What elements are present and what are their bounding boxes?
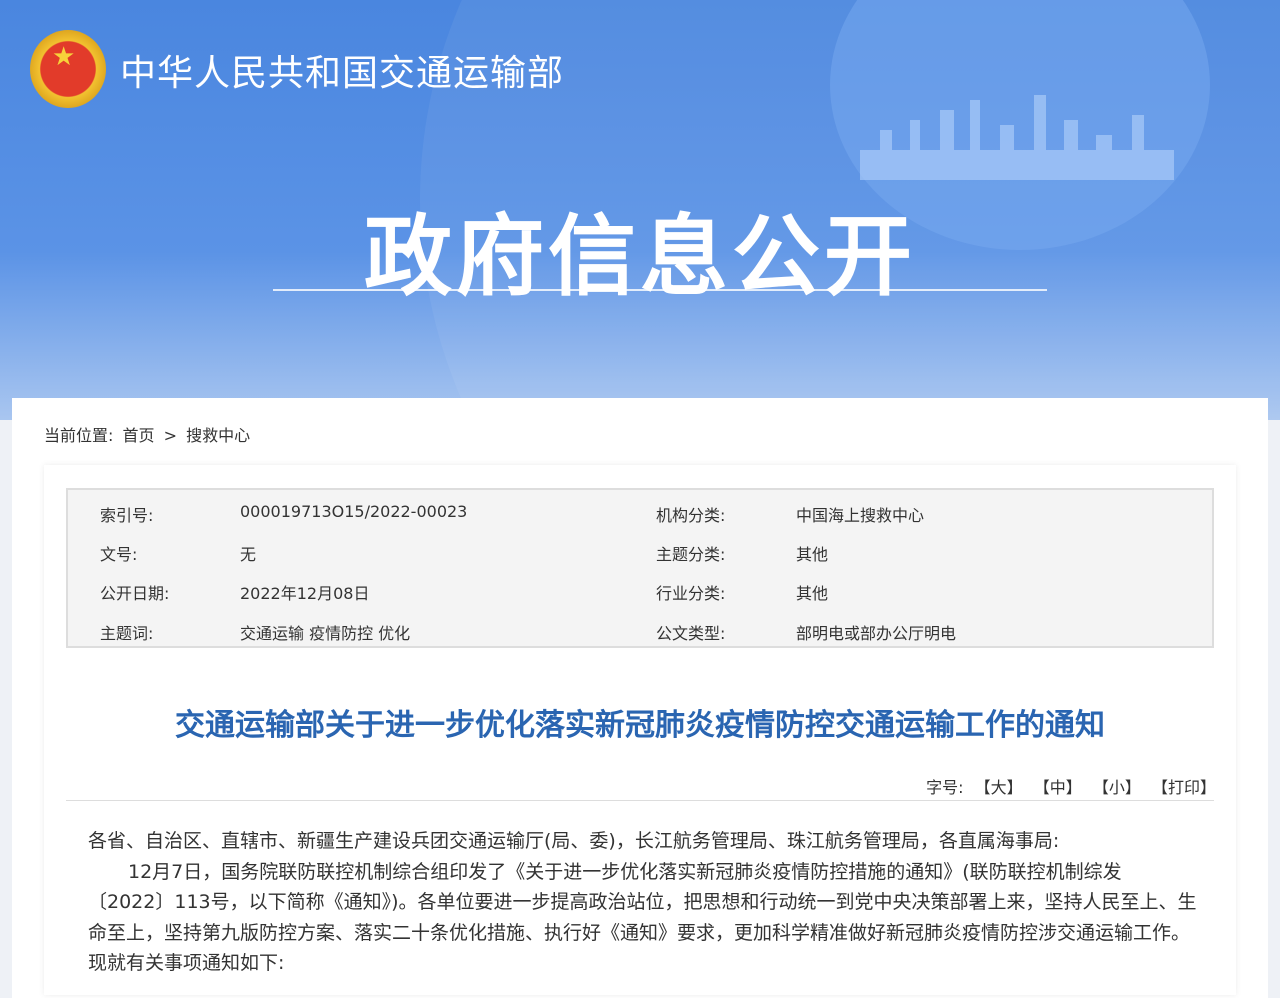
info-row: 索引号: 000019713O15/2022-00023 机构分类: 中国海上搜救中心	[68, 492, 1212, 532]
info-value: 000019713O15/2022-00023	[240, 502, 467, 521]
breadcrumb-home-link[interactable]: 首页	[123, 426, 155, 445]
info-label: 公开日期:	[100, 580, 169, 604]
info-value: 中国海上搜救中心	[796, 502, 924, 526]
info-label: 索引号:	[100, 502, 153, 526]
font-size-label: 字号:	[926, 778, 963, 797]
font-small-button[interactable]: 【小】	[1093, 778, 1141, 797]
national-emblem-logo[interactable]: ★	[30, 30, 106, 108]
print-button[interactable]: 【打印】	[1152, 778, 1216, 797]
breadcrumb: 当前位置: 首页 > 搜救中心	[44, 422, 254, 446]
site-name[interactable]: 中华人民共和国交通运输部	[120, 44, 564, 96]
city-skyline-icon	[860, 90, 1200, 180]
info-label: 公文类型:	[656, 620, 725, 644]
font-large-button[interactable]: 【大】	[975, 778, 1023, 797]
info-label: 主题分类:	[656, 541, 725, 565]
info-value: 交通运输 疫情防控 优化	[240, 620, 410, 644]
breadcrumb-label: 当前位置:	[44, 426, 113, 445]
info-label: 主题词:	[100, 620, 153, 644]
info-value: 部明电或部办公厅明电	[796, 620, 956, 644]
info-value: 其他	[796, 541, 828, 565]
article-title: 交通运输部关于进一步优化落实新冠肺炎疫情防控交通运输工作的通知	[66, 700, 1214, 744]
paragraph: 12月7日，国务院联防联控机制综合组印发了《关于进一步优化落实新冠肺炎疫情防控措…	[88, 857, 1198, 979]
salutation: 各省、自治区、直辖市、新疆生产建设兵团交通运输厅(局、委)，长江航务管理局、珠江…	[88, 826, 1198, 857]
info-row: 主题词: 交通运输 疫情防控 优化 公文类型: 部明电或部办公厅明电	[68, 610, 1212, 650]
info-value: 2022年12月08日	[240, 580, 369, 604]
info-value: 无	[240, 541, 256, 565]
breadcrumb-separator: >	[164, 426, 177, 445]
info-label: 机构分类:	[656, 502, 725, 526]
article-body: 各省、自治区、直辖市、新疆生产建设兵团交通运输厅(局、委)，长江航务管理局、珠江…	[88, 826, 1198, 979]
breadcrumb-current-link[interactable]: 搜救中心	[186, 426, 250, 445]
font-medium-button[interactable]: 【中】	[1034, 778, 1082, 797]
banner-underline	[273, 289, 1047, 291]
info-table: 索引号: 000019713O15/2022-00023 机构分类: 中国海上搜救中心…	[66, 488, 1214, 648]
header-banner: ★ 中华人民共和国交通运输部 政府信息公开	[0, 0, 1280, 420]
info-value: 其他	[796, 580, 828, 604]
info-label: 文号:	[100, 541, 137, 565]
info-label: 行业分类:	[656, 580, 725, 604]
divider	[66, 800, 1214, 801]
banner-title: 政府信息公开	[0, 186, 1280, 313]
info-row: 文号: 无 主题分类: 其他	[68, 531, 1212, 571]
info-row: 公开日期: 2022年12月08日 行业分类: 其他	[68, 570, 1212, 610]
font-size-controls: 字号: 【大】 【中】 【小】 【打印】	[920, 774, 1216, 798]
